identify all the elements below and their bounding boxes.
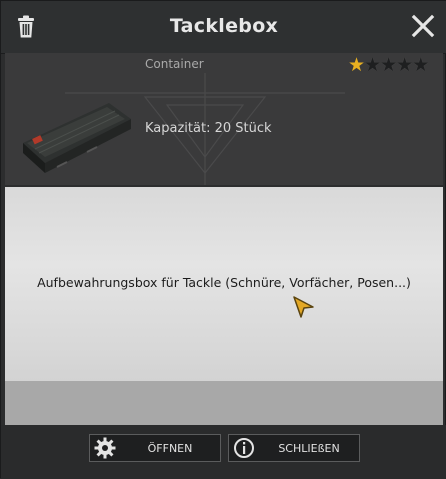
mouse-cursor xyxy=(293,296,314,318)
item-capacity: Kapazität: 20 Stück xyxy=(145,121,272,136)
open-button-label: ÖFFNEN xyxy=(147,442,193,455)
dialog-title: Tacklebox xyxy=(169,15,279,37)
star-empty-icon: ★ xyxy=(412,54,429,76)
tacklebox-image xyxy=(23,103,131,173)
item-category: Container xyxy=(145,57,204,71)
star-filled-icon: ★ xyxy=(348,54,365,76)
gear-icon xyxy=(94,437,116,459)
open-button[interactable]: ÖFFNEN xyxy=(89,434,221,462)
star-empty-icon: ★ xyxy=(396,54,413,76)
close-icon[interactable] xyxy=(411,14,435,38)
title-bar: Tacklebox xyxy=(1,1,446,54)
info-icon xyxy=(234,438,254,458)
star-empty-icon: ★ xyxy=(380,54,397,76)
rating-stars: ★★★★★ xyxy=(348,54,429,76)
description-panel: Aufbewahrungsbox für Tackle (Schnüre, Vo… xyxy=(5,187,443,381)
star-empty-icon: ★ xyxy=(364,54,381,76)
item-dialog: Tacklebox Container Kapazität: 20 Stück … xyxy=(0,0,446,479)
item-header: Container Kapazität: 20 Stück ★★★★★ xyxy=(5,53,443,185)
item-description: Aufbewahrungsbox für Tackle (Schnüre, Vo… xyxy=(37,275,411,290)
footer-bar xyxy=(1,425,446,479)
lower-panel xyxy=(5,381,443,425)
close-button[interactable]: SCHLIEßEN xyxy=(228,434,360,462)
close-button-label: SCHLIEßEN xyxy=(278,442,340,455)
